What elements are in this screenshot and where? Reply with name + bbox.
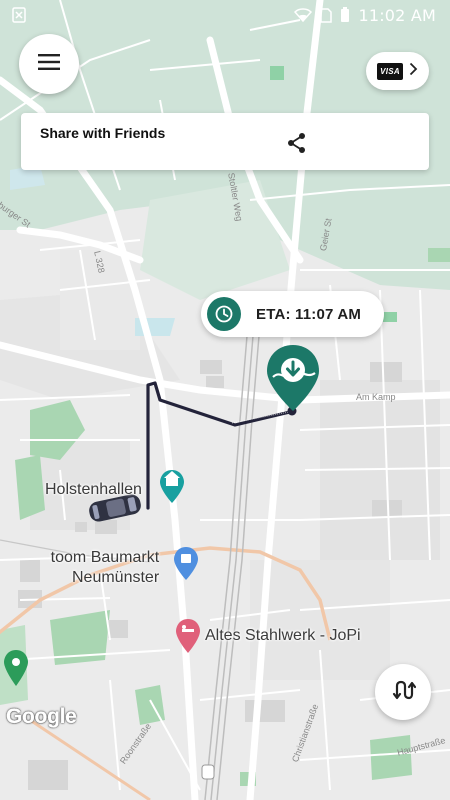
battery-icon [340,7,350,23]
poi-label-toom-baumarkt[interactable]: toom Baumarkt Neumünster [48,548,159,588]
street-label-am-kamp: Am Kamp [356,392,396,402]
hamburger-menu-icon [38,53,60,75]
route-overview-button[interactable] [375,664,431,720]
poi-label-altes-stahlwerk[interactable]: Altes Stahlwerk - JoPi [205,626,361,646]
sim-icon [320,7,333,23]
google-attribution-logo: Google [6,705,77,728]
status-bar: 11:02 AM [0,0,450,30]
poi-label-toom-line2: Neumünster [72,569,160,586]
destination-pin[interactable] [263,343,323,417]
close-notification-icon [12,7,26,23]
menu-button[interactable] [19,34,79,94]
share-with-friends-card[interactable]: Share with Friends [21,113,429,170]
visa-card-badge: VISA [377,62,403,80]
status-time: 11:02 AM [358,5,436,25]
wifi-icon [294,8,313,22]
share-with-friends-title: Share with Friends [40,125,166,141]
poi-label-holstenhallen[interactable]: Holstenhallen [45,480,142,500]
share-icon[interactable] [286,132,308,154]
poi-label-toom-line1: toom Baumarkt [50,549,160,566]
eta-text: ETA: 11:07 AM [256,305,362,323]
chevron-right-icon [409,62,418,81]
clock-icon [207,297,241,331]
payment-method-button[interactable]: VISA [366,52,429,90]
eta-pill: ETA: 11:07 AM [201,291,384,337]
route-icon [390,677,417,708]
